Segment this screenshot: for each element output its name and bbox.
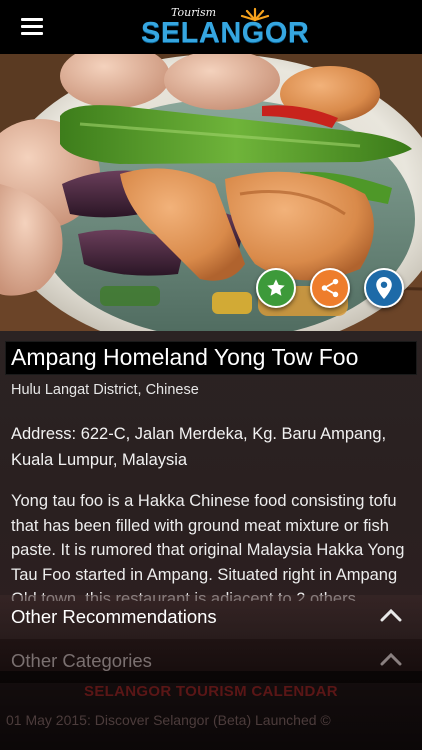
hamburger-menu-icon[interactable] — [18, 15, 46, 39]
favorite-star-button[interactable] — [256, 268, 296, 308]
app-header: Tourism SELANGOR — [0, 0, 422, 54]
address-line-2: Kuala Lumpur, Malaysia — [11, 451, 188, 469]
hero-food-photo — [0, 54, 422, 331]
star-icon — [267, 279, 285, 296]
chevron-up-icon — [380, 608, 402, 622]
other-recommendations-toggle[interactable]: Other Recommendations — [0, 595, 422, 639]
page-title: Ampang Homeland Yong Tow Foo — [11, 344, 359, 370]
tourism-calendar-title[interactable]: SELANGOR TOURISM CALENDAR — [0, 683, 422, 700]
news-ticker[interactable]: 01 May 2015: Discover Selangor (Beta) La… — [6, 712, 331, 728]
listing-detail-card: Ampang Homeland Yong Tow Foo Hulu Langat… — [0, 331, 422, 750]
share-icon — [321, 278, 339, 298]
logo-brand-text: SELANGOR — [141, 17, 310, 49]
food-photo-illustration — [0, 54, 422, 331]
tourism-selangor-logo[interactable]: Tourism SELANGOR — [141, 4, 309, 50]
description-scroll-area[interactable]: Yong tau foo is a Hakka Chinese food con… — [11, 489, 415, 601]
map-location-button[interactable] — [364, 268, 404, 308]
other-categories-label: Other Categories — [11, 650, 152, 671]
share-button[interactable] — [310, 268, 350, 308]
map-pin-icon — [376, 277, 392, 299]
title-bar: Ampang Homeland Yong Tow Foo — [6, 342, 416, 374]
other-recommendations-label: Other Recommendations — [11, 606, 217, 627]
chevron-up-icon — [380, 652, 402, 666]
listing-address: Address: 622-C, Jalan Merdeka, Kg. Baru … — [11, 421, 411, 473]
listing-subtitle: Hulu Langat District, Chinese — [11, 382, 199, 398]
listing-description: Yong tau foo is a Hakka Chinese food con… — [11, 492, 405, 601]
address-line-1: Address: 622-C, Jalan Merdeka, Kg. Baru … — [11, 425, 387, 443]
other-categories-toggle[interactable]: Other Categories — [0, 639, 422, 683]
